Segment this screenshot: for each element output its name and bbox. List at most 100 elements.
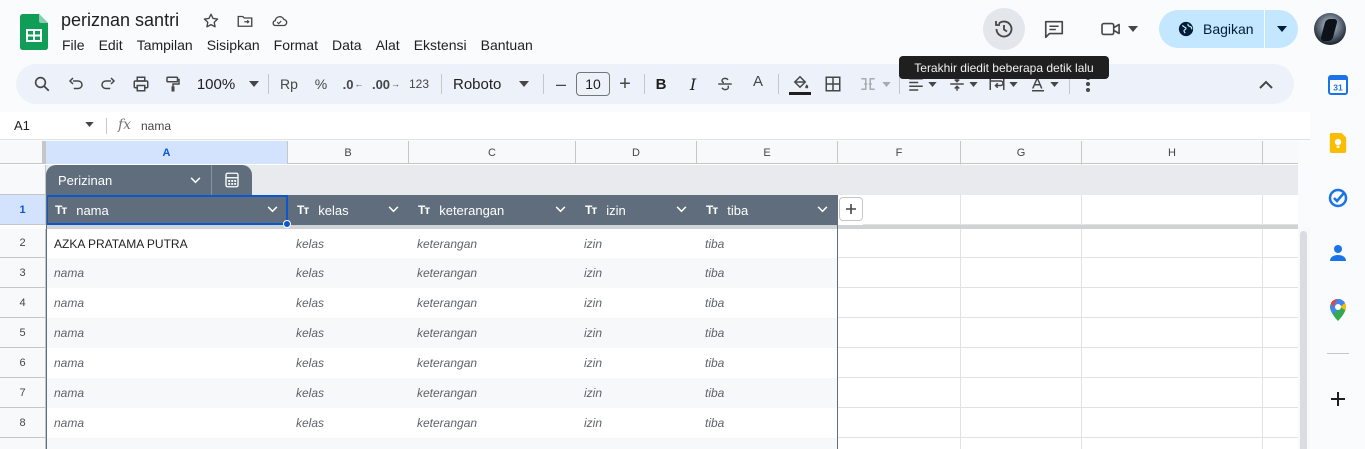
chevron-down-icon[interactable] xyxy=(190,176,201,184)
table-cell[interactable]: nama xyxy=(54,378,84,408)
table-cell[interactable]: tiba xyxy=(705,288,724,318)
document-title[interactable]: periznan santri xyxy=(61,10,179,31)
table-name-tab[interactable]: Perizinan xyxy=(46,165,252,195)
row-header-6[interactable]: 6 xyxy=(0,348,46,378)
more-formats-button[interactable]: 123 xyxy=(406,64,432,104)
table-cell[interactable]: izin xyxy=(584,408,602,438)
table-cell[interactable]: tiba xyxy=(705,258,724,288)
menu-format[interactable]: Format xyxy=(267,36,325,54)
chevron-down-icon[interactable] xyxy=(555,206,566,213)
increase-font-size-button[interactable]: + xyxy=(616,64,634,104)
search-menus-button[interactable] xyxy=(30,64,54,104)
share-button[interactable]: Bagikan xyxy=(1159,10,1298,48)
row-header-7[interactable]: 7 xyxy=(0,378,46,408)
fill-color-button[interactable] xyxy=(787,64,813,104)
table-cell[interactable]: kelas xyxy=(296,288,324,318)
row-header-9[interactable] xyxy=(0,438,46,449)
add-addon-button[interactable] xyxy=(1327,388,1349,410)
table-header-izin[interactable]: Tт izin xyxy=(576,195,697,225)
table-cell[interactable]: tiba xyxy=(705,348,724,378)
column-header-b[interactable]: B xyxy=(288,141,409,164)
strikethrough-button[interactable] xyxy=(714,64,736,104)
name-box[interactable]: A1 xyxy=(14,118,30,133)
table-cell[interactable]: keterangan xyxy=(417,229,477,259)
column-header-h[interactable]: H xyxy=(1082,141,1263,164)
table-cell[interactable]: izin xyxy=(584,258,602,288)
table-cell[interactable]: nama xyxy=(54,258,84,288)
menu-data[interactable]: Data xyxy=(325,36,369,54)
print-button[interactable] xyxy=(129,64,153,104)
table-cell[interactable]: nama xyxy=(54,318,84,348)
tasks-icon[interactable] xyxy=(1327,187,1349,209)
table-cell[interactable]: kelas xyxy=(296,229,324,259)
row-header-1[interactable]: 1 xyxy=(0,195,46,225)
version-history-button[interactable] xyxy=(983,8,1025,50)
table-row[interactable]: nama kelas keterangan izin tiba xyxy=(46,348,838,378)
table-cell[interactable]: izin xyxy=(584,378,602,408)
cloud-saved-icon[interactable] xyxy=(268,10,290,32)
zoom-select[interactable]: 100% xyxy=(194,64,262,104)
font-family-select[interactable]: Roboto xyxy=(449,64,533,104)
column-header-f[interactable]: F xyxy=(838,141,961,164)
contacts-icon[interactable] xyxy=(1327,242,1349,264)
decrease-decimal-button[interactable]: .0 ← xyxy=(341,64,365,104)
move-folder-icon[interactable] xyxy=(234,10,256,32)
calendar-icon[interactable]: 31 xyxy=(1327,74,1349,96)
table-cell[interactable]: nama xyxy=(54,408,84,438)
table-row[interactable]: nama kelas keterangan izin tiba xyxy=(46,378,838,408)
selection-drag-handle[interactable] xyxy=(283,220,291,228)
menu-view[interactable]: Tampilan xyxy=(130,36,200,54)
sheets-logo-icon[interactable] xyxy=(20,14,48,50)
table-cell[interactable]: keterangan xyxy=(417,408,477,438)
table-calculator-button[interactable] xyxy=(212,165,252,195)
row-header-4[interactable]: 4 xyxy=(0,288,46,318)
table-cell[interactable]: tiba xyxy=(705,318,724,348)
column-header-c[interactable]: C xyxy=(409,141,576,164)
table-cell[interactable]: izin xyxy=(584,318,602,348)
chevron-down-icon[interactable] xyxy=(85,122,94,127)
increase-decimal-button[interactable]: .00 → xyxy=(372,64,400,104)
italic-button[interactable]: I xyxy=(682,64,704,104)
merge-cells-button[interactable] xyxy=(854,64,894,104)
maps-icon[interactable] xyxy=(1327,299,1349,321)
account-avatar[interactable] xyxy=(1314,13,1346,45)
vertical-scrollbar[interactable] xyxy=(1298,227,1310,449)
menu-extensions[interactable]: Ekstensi xyxy=(407,36,474,54)
text-color-button[interactable]: A xyxy=(747,64,769,104)
table-header-nama[interactable]: Tт nama xyxy=(46,195,288,225)
table-cell[interactable]: AZKA PRATAMA PUTRA xyxy=(54,229,188,259)
undo-button[interactable] xyxy=(64,64,88,104)
table-cell[interactable]: kelas xyxy=(296,348,324,378)
table-cell[interactable]: kelas xyxy=(296,408,324,438)
select-all-corner[interactable] xyxy=(0,141,46,164)
currency-format-button[interactable]: Rp xyxy=(277,64,301,104)
keep-icon[interactable] xyxy=(1327,132,1349,154)
table-cell[interactable]: kelas xyxy=(296,258,324,288)
menu-insert[interactable]: Sisipkan xyxy=(200,36,267,54)
table-cell[interactable]: nama xyxy=(54,348,84,378)
decrease-font-size-button[interactable]: – xyxy=(552,64,570,104)
menu-help[interactable]: Bantuan xyxy=(474,36,540,54)
table-cell[interactable]: tiba xyxy=(705,229,724,259)
spreadsheet-grid[interactable]: A B C D E F G H 1 2 3 4 5 6 7 8 Perizina… xyxy=(0,141,1298,449)
share-options-button[interactable] xyxy=(1265,26,1298,32)
bold-button[interactable]: B xyxy=(650,64,672,104)
chevron-down-icon[interactable] xyxy=(817,206,828,213)
meet-button[interactable] xyxy=(1094,11,1144,47)
table-cell[interactable]: izin xyxy=(584,229,602,259)
table-cell[interactable]: keterangan xyxy=(417,318,477,348)
borders-button[interactable] xyxy=(821,64,845,104)
font-size-input[interactable]: 10 xyxy=(576,72,610,96)
table-cell[interactable]: tiba xyxy=(705,378,724,408)
star-icon[interactable] xyxy=(200,10,222,32)
table-row[interactable]: nama kelas keterangan izin tiba xyxy=(46,258,838,288)
table-header-kelas[interactable]: Tт kelas xyxy=(288,195,409,225)
table-row[interactable] xyxy=(46,438,838,449)
chevron-down-icon[interactable] xyxy=(676,206,687,213)
percent-format-button[interactable]: % xyxy=(309,64,333,104)
add-column-button[interactable] xyxy=(839,197,863,221)
table-cell[interactable]: kelas xyxy=(296,318,324,348)
table-row[interactable]: nama kelas keterangan izin tiba xyxy=(46,318,838,348)
table-row[interactable]: nama kelas keterangan izin tiba xyxy=(46,408,838,438)
menu-file[interactable]: File xyxy=(55,36,92,54)
